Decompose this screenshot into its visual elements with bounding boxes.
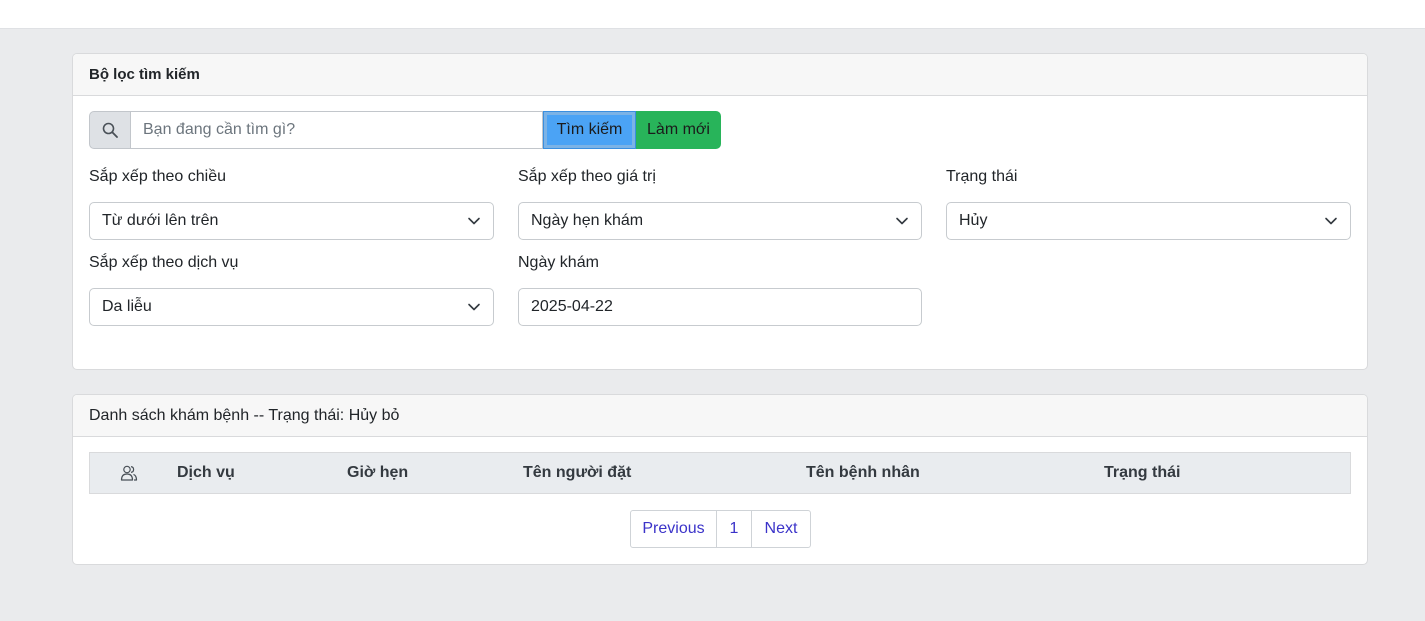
search-button[interactable]: Tìm kiếm	[543, 111, 636, 149]
sort-direction-value: Từ dưới lên trên	[102, 212, 219, 229]
sort-value-label: Sắp xếp theo giá trị	[518, 168, 656, 185]
pagination-previous[interactable]: Previous	[630, 510, 717, 548]
table-header: Dịch vụ Giờ hẹn Tên người đặt Tên bệnh n…	[89, 452, 1351, 494]
exam-date-value: 2025-04-22	[531, 298, 613, 315]
sort-service-field: Sắp xếp theo dịch vụ Da liễu	[89, 253, 494, 326]
chevron-down-icon	[467, 214, 481, 228]
status-field: Trạng thái Hủy	[946, 167, 1351, 240]
column-header-service: Dịch vụ	[177, 464, 235, 481]
search-group: Bạn đang cần tìm gì? Tìm kiếm Làm mới	[89, 111, 721, 149]
sort-value-field: Sắp xếp theo giá trị Ngày hẹn khám	[518, 167, 922, 240]
sort-direction-select[interactable]: Từ dưới lên trên	[89, 202, 494, 240]
filter-card: Bộ lọc tìm kiếm Bạn đang cần tìm gì? Tìm…	[72, 53, 1368, 370]
column-header-patient: Tên bệnh nhân	[806, 464, 920, 481]
sort-service-select[interactable]: Da liễu	[89, 288, 494, 326]
pagination: Previous 1 Next	[630, 510, 811, 548]
status-select[interactable]: Hủy	[946, 202, 1351, 240]
users-icon	[120, 453, 138, 493]
list-card: Danh sách khám bệnh -- Trạng thái: Hủy b…	[72, 394, 1368, 565]
status-value: Hủy	[959, 212, 988, 229]
sort-direction-label: Sắp xếp theo chiều	[89, 168, 226, 185]
exam-date-field: Ngày khám 2025-04-22	[518, 253, 922, 326]
chevron-down-icon	[467, 300, 481, 314]
search-icon	[89, 111, 131, 149]
exam-date-input[interactable]: 2025-04-22	[518, 288, 922, 326]
sort-direction-field: Sắp xếp theo chiều Từ dưới lên trên	[89, 167, 494, 240]
pagination-page-1[interactable]: 1	[716, 510, 752, 548]
sort-service-value: Da liễu	[102, 298, 152, 315]
list-card-title: Danh sách khám bệnh -- Trạng thái: Hủy b…	[73, 395, 1367, 437]
refresh-button[interactable]: Làm mới	[636, 111, 721, 149]
top-bar	[0, 0, 1425, 29]
column-header-booker: Tên người đặt	[523, 464, 632, 481]
sort-value-value: Ngày hẹn khám	[531, 212, 644, 229]
search-input[interactable]: Bạn đang cần tìm gì?	[131, 111, 543, 149]
sort-value-select[interactable]: Ngày hẹn khám	[518, 202, 922, 240]
chevron-down-icon	[1324, 214, 1338, 228]
sort-service-label: Sắp xếp theo dịch vụ	[89, 254, 239, 271]
chevron-down-icon	[895, 214, 909, 228]
column-header-time: Giờ hẹn	[347, 464, 409, 481]
exam-date-label: Ngày khám	[518, 254, 599, 271]
filter-card-title: Bộ lọc tìm kiếm	[73, 54, 1367, 96]
status-label: Trạng thái	[946, 168, 1018, 185]
column-header-status: Trạng thái	[1104, 464, 1181, 481]
pagination-next[interactable]: Next	[751, 510, 811, 548]
